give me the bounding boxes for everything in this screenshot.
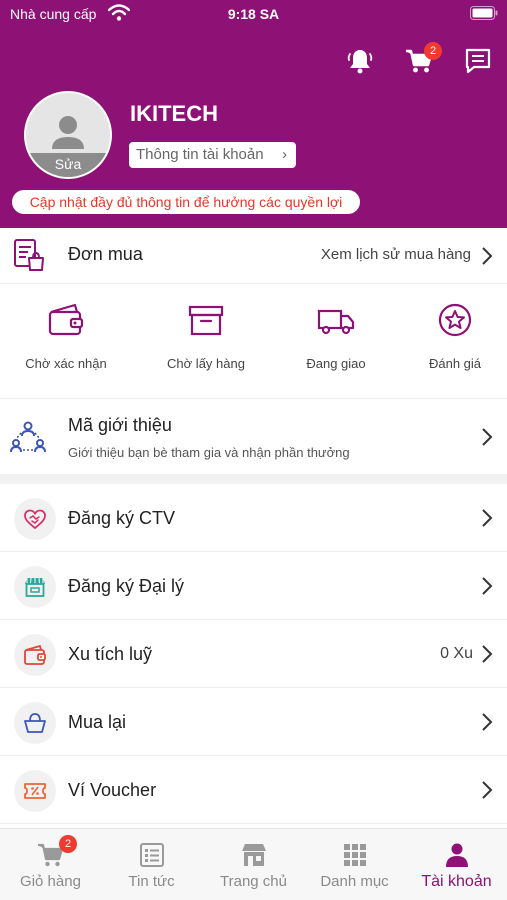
menu-icon-container <box>14 770 56 812</box>
status-review[interactable]: Đánh giá <box>395 300 507 380</box>
status-label: Đang giao <box>306 356 366 371</box>
storefront-icon <box>241 844 266 866</box>
menu-item-buy-again[interactable]: Mua lại <box>0 688 507 756</box>
wallet-icon <box>48 303 84 336</box>
tab-categories[interactable]: Danh mục <box>304 829 405 900</box>
status-pending-confirm[interactable]: Chờ xác nhận <box>6 300 126 380</box>
tab-cart[interactable]: 2 Giỏ hàng <box>0 829 101 900</box>
chevron-right-icon <box>482 428 493 446</box>
battery-icon <box>470 6 498 20</box>
menu-icon-container <box>14 634 56 676</box>
referral-people-icon <box>10 421 46 453</box>
chevron-right-icon: › <box>282 146 287 163</box>
chat-icon[interactable] <box>463 46 493 76</box>
star-icon <box>438 303 472 337</box>
menu-label: Ví Voucher <box>68 780 157 800</box>
menu-label: Đăng ký Đại lý <box>68 576 185 596</box>
chevron-right-icon <box>482 509 493 527</box>
menu-item-register-ctv[interactable]: Đăng ký CTV <box>0 484 507 552</box>
box-icon <box>188 305 224 336</box>
menu-item-register-agency[interactable]: Đăng ký Đại lý <box>0 552 507 620</box>
news-icon <box>139 843 164 867</box>
tab-label: Tin tức <box>128 873 175 890</box>
coin-wallet-icon <box>24 645 46 665</box>
menu-icon-container <box>14 566 56 608</box>
tab-label: Giỏ hàng <box>20 873 81 890</box>
chevron-right-icon <box>482 713 493 731</box>
section-divider <box>0 474 507 484</box>
cart-count-badge: 2 <box>59 835 77 853</box>
truck-icon <box>317 309 355 335</box>
menu-icon-container <box>14 498 56 540</box>
tab-label: Danh mục <box>320 873 389 890</box>
menu-item-accumulated-coins[interactable]: Xu tích luỹ 0 Xu <box>0 620 507 688</box>
menu-label: Xu tích luỹ <box>68 644 153 664</box>
chevron-right-icon <box>482 577 493 595</box>
cart-count-badge: 2 <box>424 42 442 60</box>
avatar-edit-button[interactable]: Sửa <box>26 153 110 177</box>
tab-label: Trang chủ <box>220 873 287 890</box>
order-list-icon <box>14 239 44 271</box>
order-history-link[interactable]: Xem lịch sử mua hàng <box>321 246 471 263</box>
status-label: Đánh giá <box>428 356 482 371</box>
chevron-right-icon <box>482 781 493 799</box>
referral-description: Giới thiệu bạn bè tham gia và nhận phần … <box>68 445 350 460</box>
tab-label: Tài khoản <box>421 873 492 890</box>
menu-label: Đăng ký CTV <box>68 508 176 528</box>
status-awaiting-pickup[interactable]: Chờ lấy hàng <box>146 300 266 380</box>
account-info-label: Thông tin tài khoản <box>136 146 264 163</box>
menu-icon-container <box>14 702 56 744</box>
profile-header: Nhà cung cấp 9:18 SA 2 Sửa IKITECH Thông… <box>0 0 507 228</box>
bag-icon <box>24 713 46 733</box>
grid-icon <box>343 844 366 866</box>
chevron-right-icon <box>482 247 493 265</box>
user-icon <box>445 843 468 867</box>
tab-news[interactable]: Tin tức <box>101 829 202 900</box>
chevron-right-icon <box>482 645 493 663</box>
voucher-icon <box>24 783 46 799</box>
referral-title: Mã giới thiệu <box>68 415 172 435</box>
menu-label: Mua lại <box>68 712 127 732</box>
status-bar: Nhà cung cấp 9:18 SA <box>0 0 507 28</box>
avatar[interactable]: Sửa <box>24 91 112 179</box>
handshake-heart-icon <box>24 509 46 530</box>
bottom-tab-bar: 2 Giỏ hàng Tin tức Trang chủ Danh mục Tà… <box>0 828 507 900</box>
status-time: 9:18 SA <box>227 6 280 22</box>
menu-item-voucher-wallet[interactable]: Ví Voucher <box>0 756 507 824</box>
referral-row[interactable]: Mã giới thiệu Giới thiệu bạn bè tham gia… <box>0 398 507 474</box>
orders-row[interactable]: Đơn mua Xem lịch sử mua hàng <box>0 228 507 284</box>
orders-title: Đơn mua <box>68 244 143 264</box>
store-icon <box>25 577 45 597</box>
coin-balance: 0 Xu <box>440 645 473 662</box>
user-name: IKITECH <box>130 101 218 126</box>
status-shipping[interactable]: Đang giao <box>276 300 396 380</box>
bell-icon[interactable] <box>345 46 375 76</box>
status-label: Chờ xác nhận <box>25 356 107 371</box>
status-label: Chờ lấy hàng <box>167 356 245 371</box>
update-info-banner[interactable]: Cập nhật đầy đủ thông tin để hưởng các q… <box>12 190 360 214</box>
tab-home[interactable]: Trang chủ <box>203 829 304 900</box>
tab-account[interactable]: Tài khoản <box>406 829 507 900</box>
account-info-button[interactable]: Thông tin tài khoản › <box>129 142 296 168</box>
